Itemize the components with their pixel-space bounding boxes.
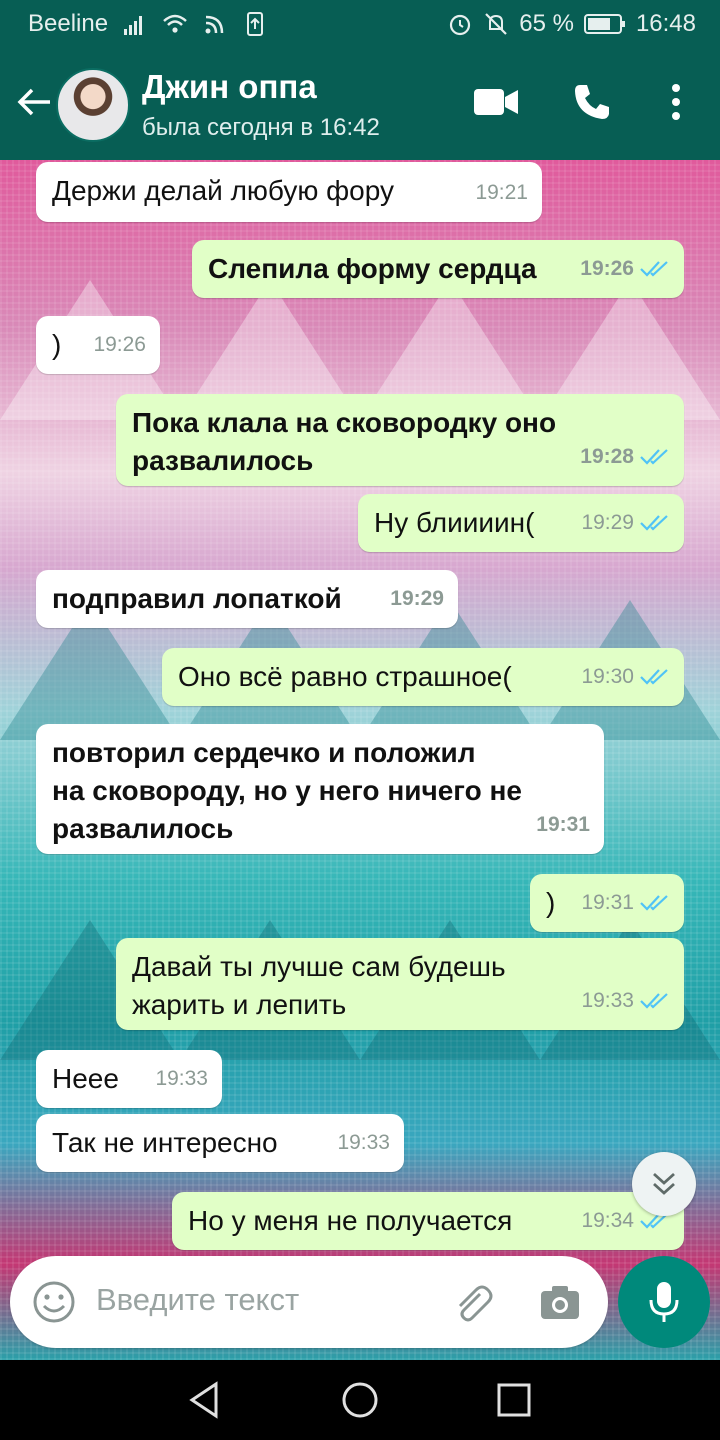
nav-back-icon[interactable] — [186, 1380, 226, 1420]
microphone-icon — [649, 1282, 679, 1322]
read-receipt-icon — [640, 669, 668, 685]
system-nav-bar — [0, 1360, 720, 1440]
video-call-button[interactable] — [472, 78, 520, 126]
message-time: 19:33 — [581, 989, 634, 1012]
read-receipt-icon — [640, 449, 668, 465]
message-meta: 19:30 — [581, 658, 670, 696]
message-time: 19:34 — [581, 1209, 634, 1232]
voice-call-button[interactable] — [568, 78, 616, 126]
chat-wallpaper[interactable]: Держи делай любую фору 19:21 Слепила фор… — [0, 160, 720, 1360]
message-meta: 19:31 — [581, 884, 670, 922]
message-outgoing[interactable]: ) 19:31 — [530, 874, 684, 932]
scroll-to-bottom-button[interactable] — [632, 1152, 696, 1216]
message-outgoing[interactable]: Но у меня не получается 19:34 — [172, 1192, 684, 1250]
message-outgoing[interactable]: Пока клала на сковородку оно развалилось… — [116, 394, 684, 486]
message-outgoing[interactable]: Давай ты лучше сам будешь жарить и лепит… — [116, 938, 684, 1030]
avatar[interactable] — [56, 68, 130, 142]
message-time: 19:33 — [155, 1067, 208, 1090]
last-seen-status: была сегодня в 16:42 — [142, 114, 380, 141]
clock: 16:48 — [635, 10, 696, 37]
phone-icon — [575, 85, 609, 119]
message-outgoing[interactable]: Слепила форму сердца 19:26 — [192, 240, 684, 298]
message-text: ) — [52, 329, 62, 360]
message-text: Так не интересно — [52, 1127, 278, 1158]
battery-percent: 65 % — [519, 10, 574, 37]
back-arrow-icon[interactable] — [14, 82, 54, 122]
message-time: 19:21 — [475, 181, 528, 204]
message-text: Ну блиииин( — [374, 507, 535, 538]
message-text-line: Давай ты лучше сам будешь — [132, 951, 506, 982]
message-input[interactable]: Введите текст — [96, 1282, 299, 1318]
battery-icon — [583, 14, 625, 34]
nav-recents-icon[interactable] — [494, 1380, 534, 1420]
cast-icon — [205, 15, 224, 34]
read-receipt-icon — [640, 261, 668, 277]
more-options-button[interactable] — [652, 78, 700, 126]
message-time: 19:31 — [581, 891, 634, 914]
mute-bell-icon — [485, 13, 508, 35]
message-time: 19:29 — [390, 587, 444, 610]
message-meta: 19:26 — [580, 250, 670, 288]
more-vertical-icon — [672, 84, 680, 120]
message-text: подправил лопаткой — [52, 583, 342, 614]
message-incoming[interactable]: подправил лопаткой 19:29 — [36, 570, 458, 628]
message-time: 19:26 — [93, 333, 146, 356]
attach-paperclip-icon[interactable] — [450, 1280, 494, 1324]
message-meta: 19:29 — [581, 504, 670, 542]
message-time: 19:26 — [580, 257, 634, 280]
wifi-icon — [163, 14, 187, 33]
contact-name[interactable]: Джин оппа — [142, 68, 317, 106]
message-text: Держи делай любую фору — [52, 175, 394, 206]
read-receipt-icon — [640, 515, 668, 531]
camera-icon[interactable] — [538, 1280, 582, 1324]
message-time: 19:29 — [581, 511, 634, 534]
read-receipt-icon — [640, 895, 668, 911]
message-text: ) — [546, 887, 556, 918]
message-meta: 19:28 — [580, 438, 670, 476]
message-time: 19:28 — [580, 445, 634, 468]
message-incoming[interactable]: Так не интересно 19:33 — [36, 1114, 404, 1172]
message-text-line: на сковороду, но у него ничего не — [52, 775, 522, 806]
message-text-line: Пока клала на сковородку оно — [132, 407, 557, 438]
voice-record-button[interactable] — [618, 1256, 710, 1348]
signal-icon — [124, 16, 143, 35]
message-text-line: повторил сердечко и положил — [52, 737, 476, 768]
read-receipt-icon — [640, 993, 668, 1009]
message-time: 19:33 — [337, 1131, 390, 1154]
message-incoming[interactable]: Держи делай любую фору 19:21 — [36, 162, 542, 222]
double-chevron-down-icon — [653, 1172, 675, 1195]
message-input-bar: Введите текст — [10, 1256, 608, 1348]
message-outgoing[interactable]: Ну блиииин( 19:29 — [358, 494, 684, 552]
status-bar: Beeline 65 % 16:48 — [0, 0, 720, 48]
message-incoming[interactable]: ) 19:26 — [36, 316, 160, 374]
message-incoming[interactable]: Неее 19:33 — [36, 1050, 222, 1108]
nav-home-icon[interactable] — [340, 1380, 380, 1420]
carrier-label: Beeline — [28, 10, 109, 37]
chat-header: Джин оппа была сегодня в 16:42 — [0, 48, 720, 160]
message-incoming[interactable]: повторил сердечко и положил на сковороду… — [36, 724, 604, 854]
message-outgoing[interactable]: Оно всё равно страшное( 19:30 — [162, 648, 684, 706]
message-text: Слепила форму сердца — [208, 253, 537, 284]
message-text-line: развалилось — [52, 813, 234, 844]
upload-icon — [247, 12, 264, 36]
video-camera-icon — [474, 89, 518, 115]
message-time: 19:30 — [581, 665, 634, 688]
emoji-icon[interactable] — [32, 1280, 76, 1324]
message-meta: 19:33 — [581, 982, 670, 1020]
alarm-icon — [450, 14, 471, 36]
message-text: Неее — [52, 1063, 119, 1094]
message-text: Оно всё равно страшное( — [178, 661, 512, 692]
message-time: 19:31 — [536, 813, 590, 836]
message-text: Но у меня не получается — [188, 1205, 513, 1236]
